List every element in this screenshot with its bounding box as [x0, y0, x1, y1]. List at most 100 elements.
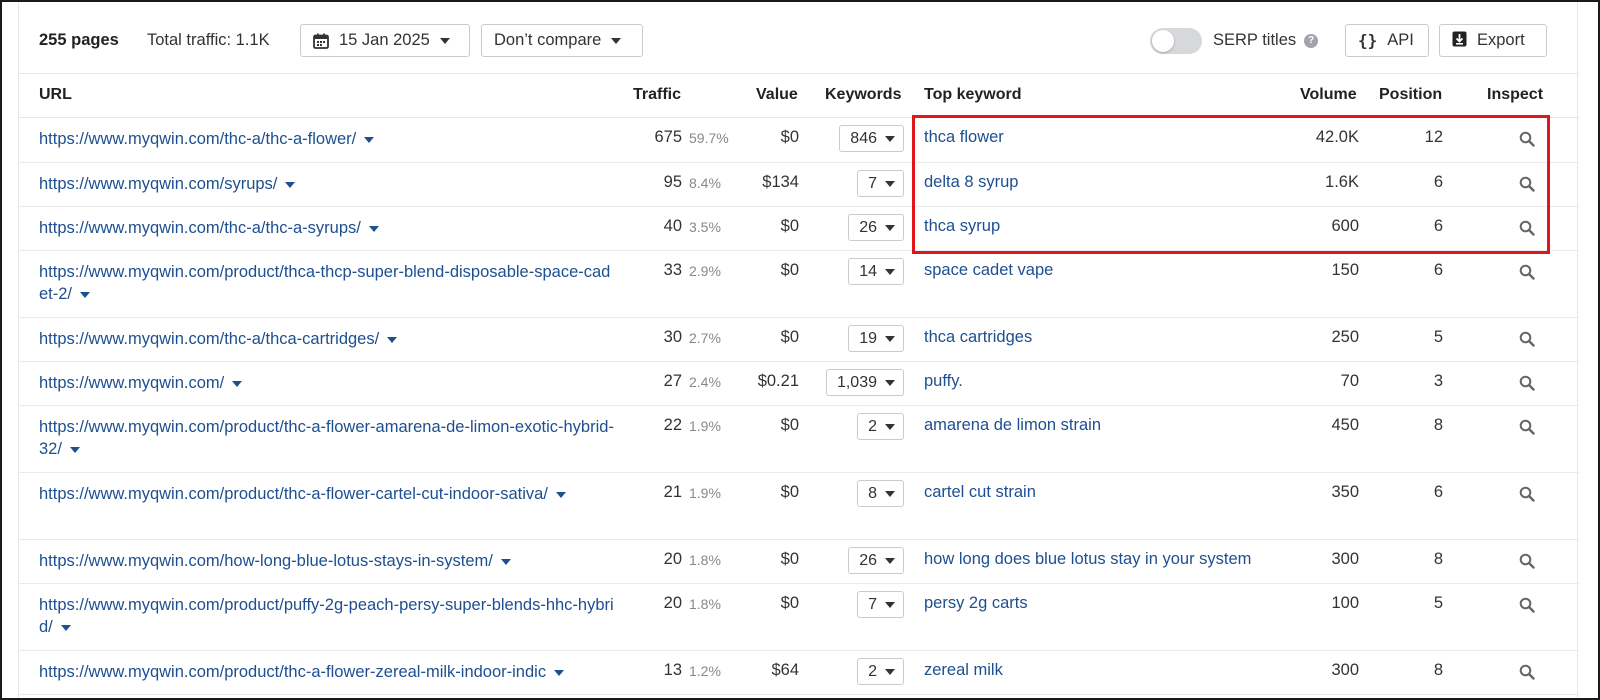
- keywords-count: 26: [859, 218, 877, 236]
- top-keyword-link[interactable]: thca syrup: [924, 217, 1000, 236]
- url-link[interactable]: https://www.myqwin.com/product/thca-thcp…: [39, 261, 619, 305]
- col-header-volume[interactable]: Volume: [1300, 86, 1357, 104]
- search-icon[interactable]: [1519, 419, 1535, 435]
- help-icon[interactable]: ?: [1304, 33, 1319, 48]
- top-keyword-link[interactable]: cartel cut strain: [924, 483, 1036, 502]
- keywords-dropdown[interactable]: 8: [857, 480, 904, 507]
- url-text[interactable]: https://www.myqwin.com/syrups/: [39, 175, 277, 193]
- col-header-url[interactable]: URL: [39, 86, 72, 104]
- chevron-down-icon[interactable]: [554, 669, 565, 676]
- url-text[interactable]: https://www.myqwin.com/: [39, 374, 224, 392]
- keywords-dropdown[interactable]: 19: [848, 325, 904, 352]
- url-link[interactable]: https://www.myqwin.com/how-long-blue-lot…: [39, 550, 619, 572]
- keywords-count: 2: [868, 662, 877, 680]
- chevron-down-icon[interactable]: [368, 225, 379, 232]
- url-link[interactable]: https://www.myqwin.com/product/puffy-2g-…: [39, 594, 619, 638]
- url-link[interactable]: https://www.myqwin.com/thc-a/thc-a-flowe…: [39, 128, 619, 150]
- url-link[interactable]: https://www.myqwin.com/syrups/: [39, 173, 619, 195]
- search-icon[interactable]: [1519, 220, 1535, 236]
- col-header-value[interactable]: Value: [756, 86, 798, 104]
- traffic-value-usd: $0: [780, 550, 799, 568]
- url-text[interactable]: https://www.myqwin.com/product/thca-thcp…: [39, 263, 610, 303]
- search-icon[interactable]: [1519, 331, 1535, 347]
- chevron-down-icon[interactable]: [285, 181, 296, 188]
- serp-titles-toggle[interactable]: [1150, 28, 1202, 54]
- url-link[interactable]: https://www.myqwin.com/: [39, 372, 619, 394]
- search-icon[interactable]: [1519, 264, 1535, 280]
- keywords-dropdown[interactable]: 2: [857, 658, 904, 685]
- api-button[interactable]: {} API: [1345, 24, 1429, 57]
- keywords-dropdown[interactable]: 846: [839, 125, 904, 152]
- search-icon[interactable]: [1519, 131, 1535, 147]
- top-keyword-link[interactable]: puffy.: [924, 372, 963, 391]
- traffic-share: 1.8%: [689, 596, 721, 612]
- top-keyword-link[interactable]: delta 8 syrup: [924, 173, 1018, 192]
- url-text[interactable]: https://www.myqwin.com/product/thc-a-flo…: [39, 485, 548, 503]
- volume-value: 350: [1331, 483, 1359, 501]
- chevron-down-icon: [885, 180, 895, 187]
- url-text[interactable]: https://www.myqwin.com/product/thc-a-flo…: [39, 663, 546, 681]
- compare-dropdown[interactable]: Don’t compare: [481, 24, 643, 57]
- chevron-down-icon[interactable]: [387, 336, 398, 343]
- col-header-traffic[interactable]: Traffic: [633, 86, 681, 104]
- search-icon[interactable]: [1519, 664, 1535, 680]
- search-icon[interactable]: [1519, 597, 1535, 613]
- api-label: API: [1387, 31, 1414, 49]
- chevron-down-icon[interactable]: [80, 291, 91, 298]
- chevron-down-icon[interactable]: [555, 491, 566, 498]
- date-picker-button[interactable]: 15 Jan 2025: [300, 24, 470, 57]
- keywords-dropdown[interactable]: 26: [848, 547, 904, 574]
- keywords-dropdown[interactable]: 14: [848, 258, 904, 285]
- url-text[interactable]: https://www.myqwin.com/product/puffy-2g-…: [39, 596, 614, 636]
- traffic-value: 13: [663, 661, 682, 679]
- chevron-down-icon[interactable]: [500, 558, 511, 565]
- chevron-down-icon[interactable]: [364, 136, 375, 143]
- keywords-dropdown[interactable]: 7: [857, 591, 904, 618]
- chevron-down-icon[interactable]: [232, 380, 243, 387]
- url-link[interactable]: https://www.myqwin.com/thc-a/thc-a-syrup…: [39, 217, 619, 239]
- url-text[interactable]: https://www.myqwin.com/how-long-blue-lot…: [39, 552, 493, 570]
- traffic-share: 8.4%: [689, 175, 721, 191]
- keywords-dropdown[interactable]: 2: [857, 413, 904, 440]
- col-header-top-keyword[interactable]: Top keyword: [924, 86, 1022, 104]
- col-header-position[interactable]: Position: [1379, 86, 1442, 104]
- top-keyword-link[interactable]: amarena de limon strain: [924, 416, 1101, 435]
- keywords-count: 14: [859, 262, 877, 280]
- position-value: 8: [1433, 550, 1443, 568]
- volume-value: 250: [1331, 328, 1359, 346]
- search-icon[interactable]: [1519, 486, 1535, 502]
- url-text[interactable]: https://www.myqwin.com/thc-a/thca-cartri…: [39, 330, 379, 348]
- traffic-value: 33: [663, 261, 682, 279]
- url-link[interactable]: https://www.myqwin.com/product/thc-a-flo…: [39, 661, 619, 683]
- keywords-dropdown[interactable]: 1,039: [825, 369, 904, 396]
- top-keyword-link[interactable]: thca cartridges: [924, 328, 1032, 347]
- url-link[interactable]: https://www.myqwin.com/thc-a/thca-cartri…: [39, 328, 619, 350]
- keywords-dropdown[interactable]: 7: [857, 170, 904, 197]
- top-keyword-link[interactable]: how long does blue lotus stay in your sy…: [924, 550, 1251, 569]
- top-keyword-link[interactable]: zereal milk: [924, 661, 1003, 680]
- calendar-icon: [313, 33, 329, 49]
- url-link[interactable]: https://www.myqwin.com/product/thc-a-flo…: [39, 483, 619, 505]
- top-keyword-link[interactable]: thca flower: [924, 128, 1004, 147]
- chevron-down-icon[interactable]: [69, 446, 80, 453]
- position-value: 8: [1433, 416, 1443, 434]
- url-text[interactable]: https://www.myqwin.com/product/thc-a-flo…: [39, 418, 614, 458]
- url-text[interactable]: https://www.myqwin.com/thc-a/thc-a-syrup…: [39, 219, 361, 237]
- url-link[interactable]: https://www.myqwin.com/product/thc-a-flo…: [39, 416, 619, 460]
- table-row: https://www.myqwin.com/product/thc-a-flo…: [19, 651, 1579, 695]
- top-keyword-link[interactable]: persy 2g carts: [924, 594, 1028, 613]
- table-row: https://www.myqwin.com/product/thca-thcp…: [19, 251, 1579, 318]
- top-keyword-link[interactable]: space cadet vape: [924, 261, 1053, 280]
- export-button[interactable]: Export: [1439, 24, 1547, 57]
- traffic-value-usd: $0: [780, 416, 799, 434]
- chevron-down-icon[interactable]: [60, 624, 71, 631]
- search-icon[interactable]: [1519, 553, 1535, 569]
- url-text[interactable]: https://www.myqwin.com/thc-a/thc-a-flowe…: [39, 130, 356, 148]
- position-value: 6: [1433, 483, 1443, 501]
- col-header-keywords[interactable]: Keywords: [825, 86, 901, 104]
- keywords-dropdown[interactable]: 26: [848, 214, 904, 241]
- position-value: 6: [1433, 261, 1443, 279]
- search-icon[interactable]: [1519, 375, 1535, 391]
- col-header-inspect: Inspect: [1487, 86, 1544, 103]
- search-icon[interactable]: [1519, 176, 1535, 192]
